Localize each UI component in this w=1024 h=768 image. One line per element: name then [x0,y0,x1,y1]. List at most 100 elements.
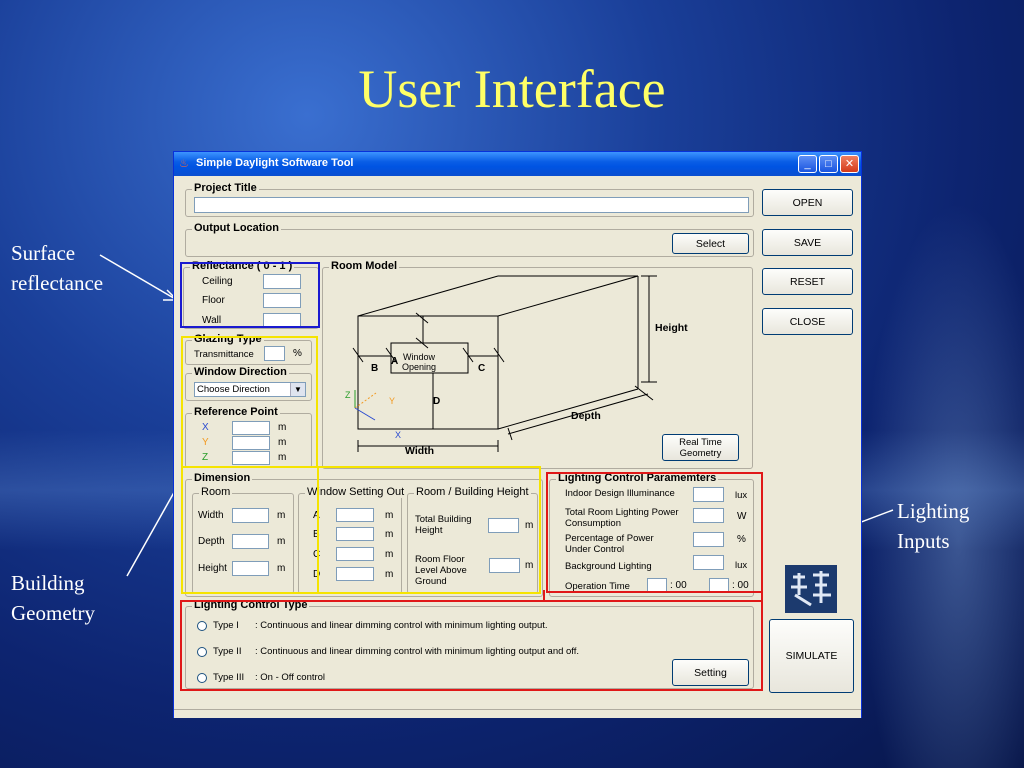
ws-d-label: D [313,569,321,580]
floor-label: Floor [202,295,225,306]
ref-y-unit: m [278,437,287,448]
window-setting-subgroup: Window Setting Out A m B m C m D m [298,486,407,594]
room-width-label: Width [198,510,224,521]
glazing-type-label: Glazing Type [192,333,264,345]
real-time-geometry-button[interactable]: Real Time Geometry [662,434,739,461]
output-location-group: Output Location Select [185,222,754,257]
window-direction-select[interactable]: Choose Direction ▼ [194,382,306,397]
floor-input[interactable] [263,293,301,308]
type-1-radio[interactable] [197,621,207,631]
window-direction-value: Choose Direction [197,384,270,395]
window-opening-label-2: Opening [402,362,436,372]
ws-b-label: B [313,529,320,540]
room-floor-level-input[interactable] [489,558,520,573]
room-depth-input[interactable] [232,534,269,549]
open-button[interactable]: OPEN [762,189,853,216]
percent-power-input[interactable] [693,532,724,547]
window-direction-label: Window Direction [192,366,289,378]
window-direction-group: Window Direction Choose Direction ▼ [185,366,312,401]
room-label: Room [199,486,233,498]
axis-z-label: Z [345,390,351,400]
minimize-button[interactable]: _ [798,155,817,173]
ws-b-unit: m [385,529,394,540]
room-width-input[interactable] [232,508,269,523]
type-3-description: : On - Off control [255,672,326,683]
save-button[interactable]: SAVE [762,229,853,256]
ref-z-input[interactable] [232,451,270,465]
type-1-description: : Continuous and linear dimming control … [255,620,548,631]
total-building-height-input[interactable] [488,518,519,533]
lighting-params-group: Lighting Control Paramemters Indoor Desi… [549,472,754,597]
room-depth-unit: m [277,536,286,547]
project-title-group: Project Title [185,182,754,217]
room-building-height-label: Room / Building Height [414,486,531,498]
operation-time-label: Operation Time [565,581,630,592]
type-1-label: Type I [213,620,239,631]
ws-c-input[interactable] [336,547,374,561]
room-model-group: Room Model A B C D Window Opening Height… [322,260,753,469]
status-bar [174,709,861,718]
title-bar[interactable]: ♨ Simple Daylight Software Tool _ □ ✕ [174,152,861,176]
type-3-radio[interactable] [197,673,207,683]
ref-z-label: Z [202,452,209,463]
window-setting-label: Window Setting Out [305,486,407,498]
maximize-button[interactable]: □ [819,155,838,173]
indoor-illuminance-label: Indoor Design Illuminance [565,488,675,499]
type-2-description: : Continuous and linear dimming control … [255,646,580,657]
transmittance-label: Transmittance [194,349,254,360]
indoor-illuminance-unit: lux [735,490,748,501]
setting-button[interactable]: Setting [672,659,749,686]
percent-power-unit: % [737,534,746,545]
label-d: D [433,396,440,407]
app-icon: ♨ [179,158,189,170]
ws-d-unit: m [385,569,394,580]
background-lighting-input[interactable] [693,555,724,570]
ref-x-unit: m [278,422,287,433]
ref-y-input[interactable] [232,436,270,450]
axis-y-label: Y [389,396,395,406]
transmittance-input[interactable] [264,346,285,361]
output-location-label: Output Location [192,222,281,234]
room-building-height-subgroup: Room / Building Height Total Building Hei… [407,486,538,594]
ws-b-input[interactable] [336,527,374,541]
logo-graphic [791,571,831,607]
reflectance-label: Reflectance ( 0 - 1 ) [190,260,295,272]
ws-c-label: C [313,549,321,560]
chevron-down-icon[interactable]: ▼ [290,383,305,396]
width-label: Width [405,445,434,457]
operation-end-input[interactable] [709,578,729,593]
background-lighting-unit: lux [735,560,748,571]
ws-c-unit: m [385,549,394,560]
select-button[interactable]: Select [672,233,749,254]
operation-end-minutes: : 00 [732,580,749,591]
close-window-button[interactable]: ✕ [840,155,859,173]
total-building-height-unit: m [525,520,534,531]
project-title-input[interactable] [194,197,749,213]
power-consumption-unit: W [737,511,747,522]
operation-start-input[interactable] [647,578,667,593]
ceiling-input[interactable] [263,274,301,289]
type-2-radio[interactable] [197,647,207,657]
indoor-illuminance-input[interactable] [693,487,724,502]
dimension-label: Dimension [192,472,253,484]
ref-x-input[interactable] [232,421,270,435]
percent-power-label: Percentage of Power Under Control [565,533,654,555]
background-lighting-label: Background Lighting [565,561,652,572]
label-b: B [371,363,378,374]
ws-a-input[interactable] [336,508,374,522]
percent-unit: % [293,348,302,359]
wall-input[interactable] [263,313,301,328]
room-depth-label: Depth [198,536,225,547]
room-height-label: Height [198,563,227,574]
ref-y-label: Y [202,437,209,448]
wall-label: Wall [202,315,222,326]
room-floor-level-unit: m [525,560,534,571]
dimension-group: Dimension Room Width m Depth m Height m … [185,472,543,597]
simulate-button[interactable]: SIMULATE [769,619,854,693]
ws-d-input[interactable] [336,567,374,581]
room-height-input[interactable] [232,561,269,576]
operation-start-minutes: : 00 [670,580,687,591]
reset-button[interactable]: RESET [762,268,853,295]
power-consumption-input[interactable] [693,508,724,523]
close-button[interactable]: CLOSE [762,308,853,335]
